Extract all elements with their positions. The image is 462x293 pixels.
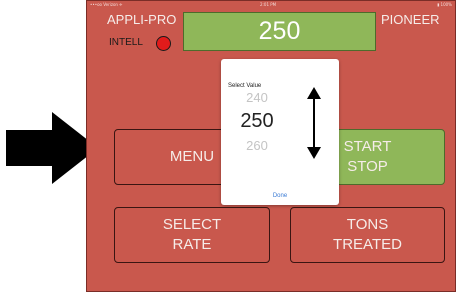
rate-label: RATE (172, 236, 212, 253)
brand-pioneer: PIONEER (381, 12, 440, 27)
wheel-selected-value[interactable]: 250 (221, 110, 293, 133)
status-bar: •••oo Verizon ✈ 2:01 PM ▮ 100% (87, 1, 455, 8)
select-value-picker[interactable]: Select Value 240 250 260 Done (221, 59, 339, 205)
intell-label: INTELL (109, 37, 143, 48)
carrier-text: •••oo Verizon ✈ (90, 2, 123, 7)
battery-text: ▮ 100% (437, 2, 452, 7)
select-label: SELECT (162, 216, 222, 233)
start-label: START (343, 138, 392, 155)
intell-status-indicator (156, 36, 171, 51)
done-button[interactable]: Done (221, 193, 339, 199)
double-arrow-icon (307, 87, 321, 159)
treated-label: TREATED (333, 236, 402, 253)
tons-treated-button[interactable]: TONS TREATED (290, 207, 445, 263)
brand-appli-pro: APPLI-PRO (107, 12, 177, 27)
clock-text: 2:01 PM (260, 2, 277, 7)
rate-value-display[interactable]: 250 (183, 12, 376, 51)
menu-label: MENU (169, 148, 215, 165)
stop-label: STOP (347, 158, 388, 175)
tons-label: TONS (346, 216, 389, 233)
select-rate-button[interactable]: SELECT RATE (114, 207, 270, 263)
app-screen: •••oo Verizon ✈ 2:01 PM ▮ 100% APPLI-PRO… (86, 0, 456, 292)
wheel-next-value[interactable]: 260 (221, 138, 293, 153)
right-arrow-icon (6, 112, 98, 184)
wheel-prev-value[interactable]: 240 (221, 90, 293, 105)
